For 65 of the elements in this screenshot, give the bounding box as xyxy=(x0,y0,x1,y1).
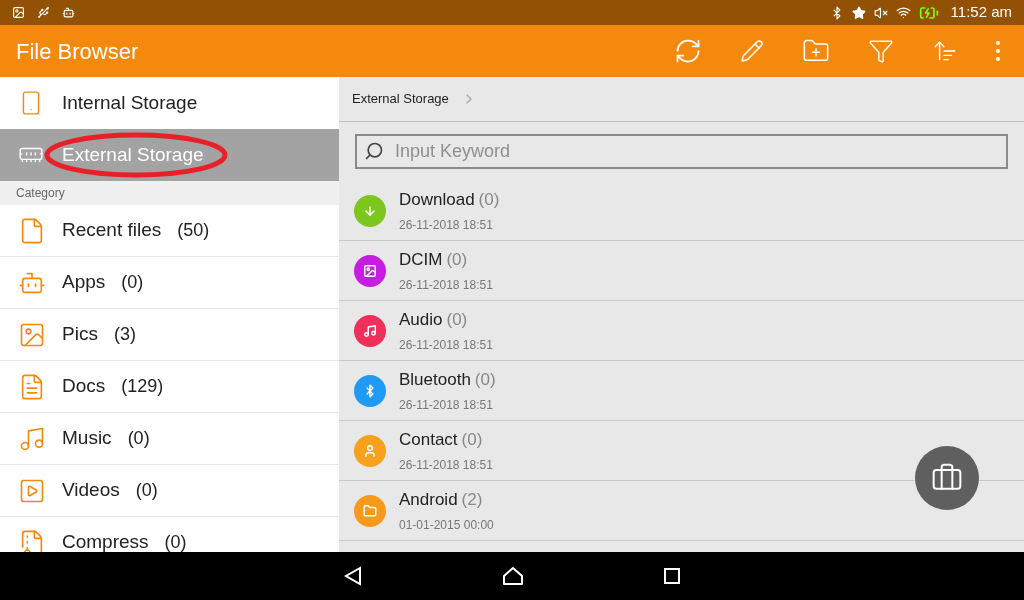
refresh-icon xyxy=(674,37,702,65)
folder-count: (2) xyxy=(461,488,483,511)
search-field[interactable]: Input Keyword xyxy=(355,134,1008,169)
filter-icon xyxy=(868,38,894,64)
folder-date: 26-11-2018 18:51 xyxy=(399,397,494,415)
star-icon xyxy=(851,5,866,20)
folder-row[interactable]: Download (0) 26-11-2018 18:51 xyxy=(339,181,1024,241)
folder-name: Audio xyxy=(399,308,443,331)
category-item[interactable]: Pics (3) xyxy=(0,309,339,361)
folder-name: Bluetooth xyxy=(399,368,471,391)
image-icon xyxy=(12,6,25,19)
folder-date: 26-11-2018 18:51 xyxy=(399,457,493,475)
folder-glyph-icon xyxy=(363,443,377,458)
category-count: (0) xyxy=(127,427,150,450)
category-label: Videos xyxy=(62,478,120,503)
folder-glyph-icon xyxy=(363,503,377,518)
category-label: Music xyxy=(62,426,112,451)
category-count: (129) xyxy=(121,375,164,398)
search-icon xyxy=(364,141,384,161)
folder-name: Android xyxy=(399,488,458,511)
robot-icon xyxy=(62,6,75,19)
folder-glyph-icon xyxy=(363,323,377,338)
category-count: (0) xyxy=(164,531,187,552)
category-header: Category xyxy=(0,181,339,205)
folder-name: DCIM xyxy=(399,248,443,271)
category-label: Pics xyxy=(62,322,98,347)
folder-count: (0) xyxy=(478,188,500,211)
category-item[interactable]: Docs (129) xyxy=(0,361,339,413)
folder-row[interactable]: DCIM (0) 26-11-2018 18:51 xyxy=(339,241,1024,301)
folder-count: (0) xyxy=(446,248,468,271)
folder-count: (0) xyxy=(461,428,483,451)
category-count: (0) xyxy=(121,271,144,294)
category-label: Recent files xyxy=(62,218,162,243)
pencil-icon xyxy=(740,39,764,63)
folder-name: Download xyxy=(399,188,475,211)
usb-icon xyxy=(37,6,50,19)
back-icon[interactable] xyxy=(344,566,362,586)
folder-date: 26-11-2018 18:51 xyxy=(399,217,494,235)
folder-name: Contact xyxy=(399,428,458,451)
more-icon xyxy=(996,41,1000,61)
storage-label: External Storage xyxy=(62,142,204,167)
category-label: Compress xyxy=(62,530,149,552)
status-time: 11:52 am xyxy=(950,2,1012,23)
category-label: Apps xyxy=(62,270,106,295)
mute-icon xyxy=(873,5,888,20)
folder-glyph-icon xyxy=(363,203,377,218)
home-icon[interactable] xyxy=(502,566,524,586)
folder-row[interactable]: Audio (0) 26-11-2018 18:51 xyxy=(339,301,1024,361)
folder-date: 26-11-2018 18:51 xyxy=(399,277,493,295)
category-item[interactable]: Videos (0) xyxy=(0,465,339,517)
folder-row[interactable]: Bluetooth (0) 26-11-2018 18:51 xyxy=(339,361,1024,421)
wifi-icon xyxy=(895,5,911,20)
category-count: (0) xyxy=(135,479,158,502)
folder-date: 26-11-2018 18:51 xyxy=(399,337,493,355)
storage-label: Internal Storage xyxy=(62,90,198,115)
recents-icon[interactable] xyxy=(664,568,680,584)
breadcrumb[interactable]: External Storage xyxy=(352,89,449,109)
folder-count: (0) xyxy=(446,308,468,331)
category-label: Docs xyxy=(62,374,106,399)
category-count: (3) xyxy=(113,323,136,346)
folder-count: (0) xyxy=(474,368,496,391)
folder-glyph-icon xyxy=(363,263,377,278)
app-title: File Browser xyxy=(16,37,139,66)
category-count: (50) xyxy=(177,219,210,242)
folder-date: 01-01-2015 00:00 xyxy=(399,517,494,535)
